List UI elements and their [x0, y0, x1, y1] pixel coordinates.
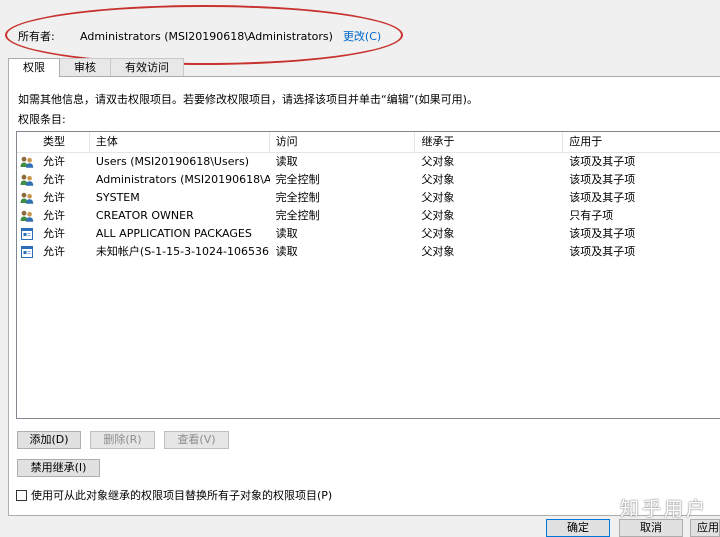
cell-type: 允许: [42, 209, 65, 222]
add-button[interactable]: 添加(D): [17, 431, 81, 449]
header-access[interactable]: 访问: [270, 132, 416, 152]
permission-entries-label: 权限条目:: [18, 113, 66, 126]
user-group-icon: [17, 156, 37, 168]
permission-entries-list[interactable]: 类型 主体 访问 继承于 应用于 允许 Users (MSI20190618\Us…: [16, 131, 720, 419]
table-row[interactable]: 允许 CREATOR OWNER 完全控制 父对象 只有子项: [17, 207, 720, 225]
view-button[interactable]: 查看(V): [164, 431, 229, 449]
cell-principal: Administrators (MSI20190618\A...: [95, 173, 270, 186]
grid-header: 类型 主体 访问 继承于 应用于: [17, 132, 720, 153]
table-row[interactable]: 允许 ALL APPLICATION PACKAGES 读取 父对象 该项及其子项: [17, 225, 720, 243]
cell-principal: ALL APPLICATION PACKAGES: [95, 227, 252, 240]
cell-inherited-from: 父对象: [421, 245, 455, 258]
cell-principal: CREATOR OWNER: [95, 209, 194, 222]
cell-inherited-from: 父对象: [421, 227, 455, 240]
cell-type: 允许: [42, 173, 65, 186]
watermark: 知乎用户: [619, 498, 708, 520]
ok-button[interactable]: 确定: [546, 519, 610, 537]
table-row[interactable]: 允许 Users (MSI20190618\Users) 读取 父对象 该项及其子项: [17, 153, 720, 171]
tab-auditing[interactable]: 审核: [59, 58, 111, 76]
header-icon-column: [17, 132, 37, 152]
user-group-icon: [17, 210, 37, 222]
user-group-icon: [17, 192, 37, 204]
header-type[interactable]: 类型: [37, 132, 90, 152]
cell-applies-to: 该项及其子项: [569, 155, 636, 168]
owner-label: 所有者:: [18, 30, 55, 43]
cell-access: 读取: [275, 155, 298, 168]
cell-access: 完全控制: [275, 209, 320, 222]
change-owner-link[interactable]: 更改(C): [343, 28, 381, 44]
app-package-icon: [17, 246, 37, 258]
disable-inheritance-button[interactable]: 禁用继承(I): [17, 459, 100, 477]
cell-principal: 未知帐户(S-1-15-3-1024-1065365...: [95, 245, 270, 258]
owner-row: 所有者: Administrators (MSI20190618\Adminis…: [18, 28, 381, 44]
remove-button[interactable]: 删除(R): [90, 431, 155, 449]
replace-child-permissions-checkbox[interactable]: [16, 489, 27, 501]
table-row[interactable]: 允许 SYSTEM 完全控制 父对象 该项及其子项: [17, 189, 720, 207]
cancel-button[interactable]: 取消: [619, 519, 683, 537]
cell-applies-to: 该项及其子项: [569, 173, 636, 186]
cell-type: 允许: [42, 155, 65, 168]
table-row[interactable]: 允许 Administrators (MSI20190618\A... 完全控制 父对…: [17, 171, 720, 189]
replace-child-permissions-row[interactable]: 使用可从此对象继承的权限项目替换所有子对象的权限项目(P): [16, 487, 332, 503]
cell-applies-to: 该项及其子项: [569, 191, 636, 204]
cell-applies-to: 该项及其子项: [569, 227, 636, 240]
table-row[interactable]: 允许 未知帐户(S-1-15-3-1024-1065365... 读取 父对象 该项及其…: [17, 243, 720, 261]
tab-effective-access[interactable]: 有效访问: [110, 58, 184, 76]
instructions-text: 如需其他信息，请双击权限项目。若要修改权限项目，请选择该项目并单击“编辑”(如果…: [18, 93, 478, 106]
cell-applies-to: 该项及其子项: [569, 245, 636, 258]
owner-value: Administrators (MSI20190618\Administrato…: [80, 29, 333, 43]
apply-button[interactable]: 应用: [690, 519, 720, 537]
cell-access: 完全控制: [275, 173, 320, 186]
grid-rows: 允许 Users (MSI20190618\Users) 读取 父对象 该项及其子项 允许…: [17, 153, 720, 261]
header-applies-to[interactable]: 应用于: [563, 132, 720, 152]
cell-access: 读取: [275, 245, 298, 258]
replace-child-permissions-label: 使用可从此对象继承的权限项目替换所有子对象的权限项目(P): [31, 489, 333, 502]
cell-inherited-from: 父对象: [421, 209, 455, 222]
cell-principal: Users (MSI20190618\Users): [95, 155, 250, 168]
cell-applies-to: 只有子项: [569, 209, 614, 222]
cell-inherited-from: 父对象: [421, 191, 455, 204]
header-principal[interactable]: 主体: [90, 132, 270, 152]
user-group-icon: [17, 174, 37, 186]
cell-access: 完全控制: [275, 191, 320, 204]
tab-bar: 权限 审核 有效访问: [8, 58, 184, 77]
cell-type: 允许: [42, 227, 65, 240]
tab-permissions[interactable]: 权限: [8, 58, 60, 77]
cell-inherited-from: 父对象: [421, 155, 455, 168]
header-inherited-from[interactable]: 继承于: [415, 132, 564, 152]
cell-inherited-from: 父对象: [421, 173, 455, 186]
cell-type: 允许: [42, 191, 65, 204]
cell-principal: SYSTEM: [95, 191, 140, 204]
cell-access: 读取: [275, 227, 298, 240]
cell-type: 允许: [42, 245, 65, 258]
app-package-icon: [17, 228, 37, 240]
